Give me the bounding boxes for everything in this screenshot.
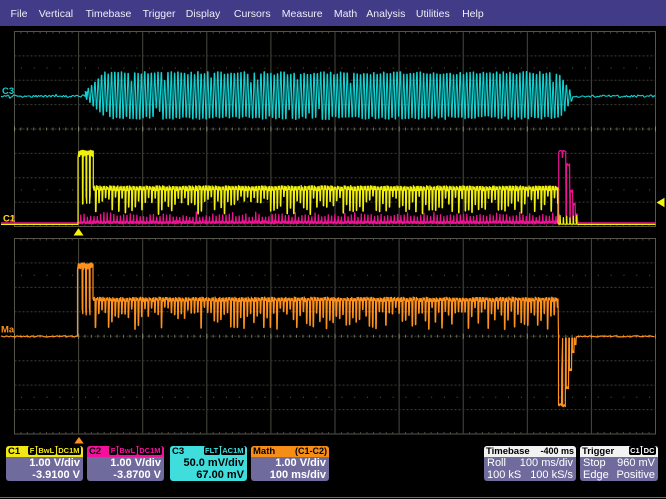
svg-text:Ma: Ma [1,325,15,336]
svg-text:C3: C3 [2,86,14,97]
svg-text:C1: C1 [3,214,16,225]
